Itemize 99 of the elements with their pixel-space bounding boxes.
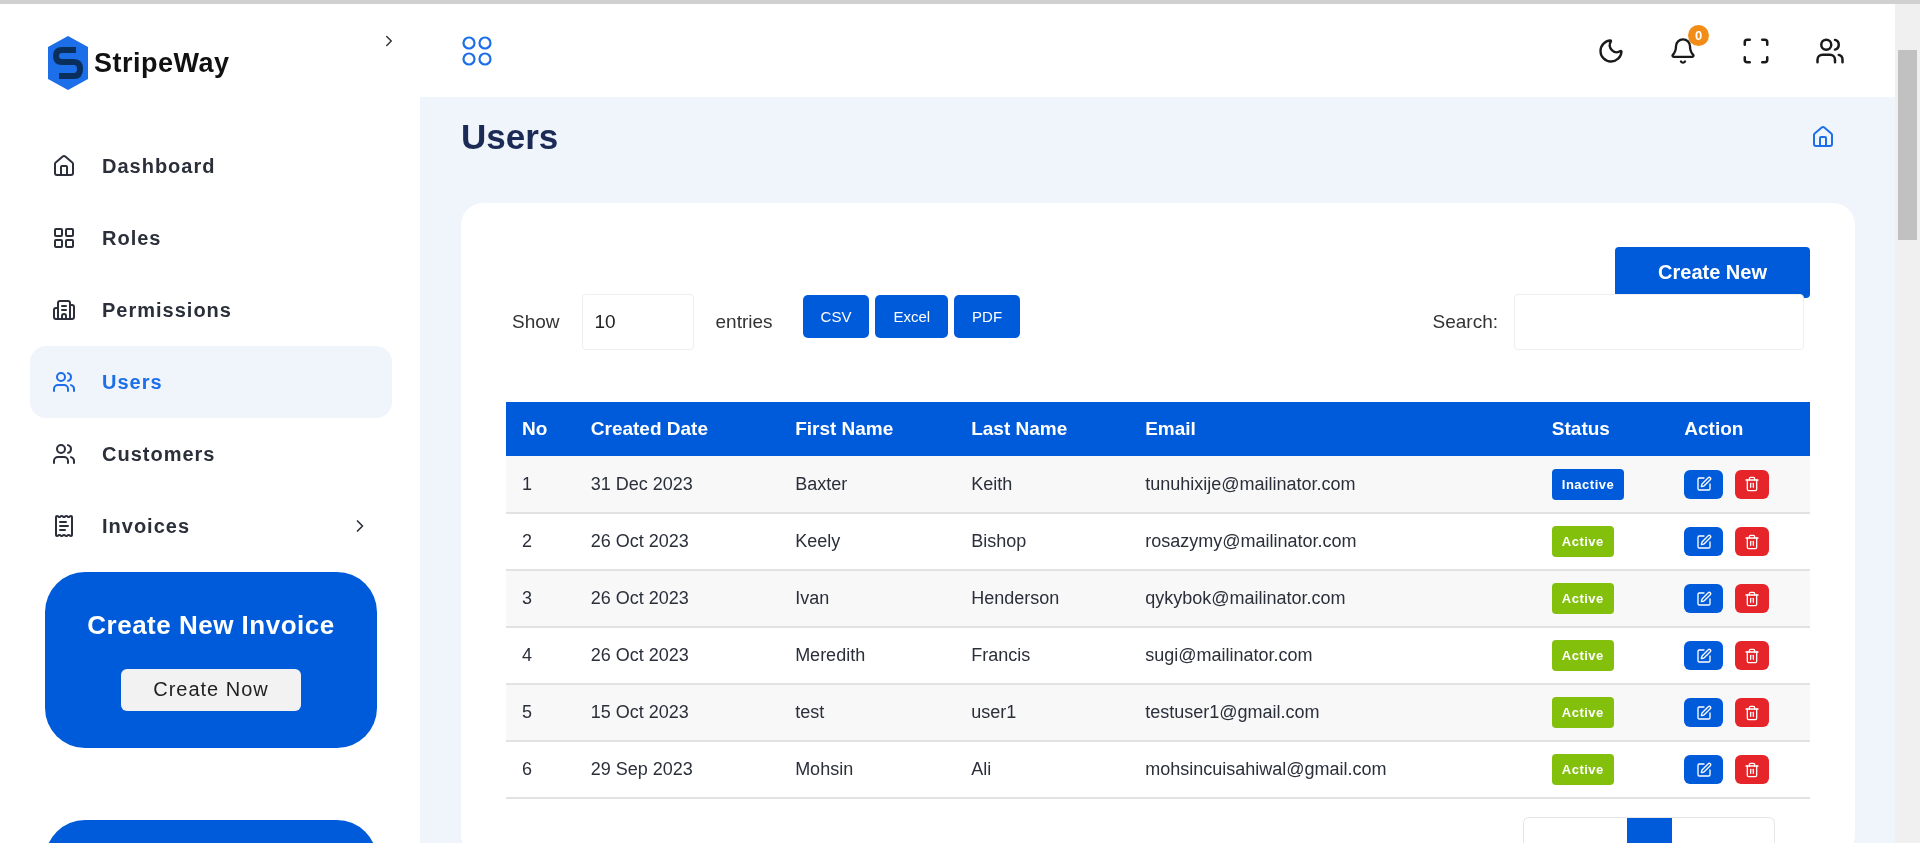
sidebar-item[interactable]: Users <box>30 346 392 418</box>
edit-button[interactable] <box>1684 469 1724 499</box>
trash-icon <box>1744 590 1761 607</box>
table-cell: Meredith <box>779 627 956 684</box>
grid-icon <box>52 226 76 250</box>
status-badge: Active <box>1551 754 1614 785</box>
scrollbar[interactable] <box>1895 4 1920 843</box>
show-label: Show <box>512 311 560 333</box>
table-cell: 15 Oct 2023 <box>574 684 780 741</box>
column-header[interactable]: Email <box>1129 402 1536 456</box>
bell-icon[interactable] <box>1669 36 1697 65</box>
logo-icon <box>46 34 90 92</box>
table-cell: test <box>779 684 956 741</box>
status-badge: Active <box>1551 697 1614 728</box>
search-label: Search: <box>1432 311 1498 333</box>
table-cell: Francis <box>955 627 1130 684</box>
trash-icon <box>1744 704 1761 721</box>
receipt-icon <box>52 514 76 538</box>
sidebar-item[interactable]: Customers <box>30 418 392 490</box>
brand-name: StripeWay <box>94 47 230 79</box>
column-header[interactable]: Status <box>1535 402 1669 456</box>
table-cell: 2 <box>506 513 575 570</box>
status-badge: Inactive <box>1551 468 1625 500</box>
table-cell: Bishop <box>955 513 1130 570</box>
entries-field[interactable]: 10 <box>581 294 694 350</box>
table-cell: 26 Oct 2023 <box>574 570 780 627</box>
status-badge: Active <box>1551 640 1614 671</box>
export-button[interactable]: PDF <box>954 294 1021 338</box>
table-cell: 26 Oct 2023 <box>574 513 780 570</box>
delete-button[interactable] <box>1735 641 1770 670</box>
table-cell: tunuhixije@mailinator.com <box>1129 456 1536 513</box>
delete-button[interactable] <box>1735 698 1770 727</box>
table-cell: 6 <box>506 741 575 798</box>
table-cell: Henderson <box>955 570 1130 627</box>
column-header[interactable]: Last Name <box>955 402 1130 456</box>
notification-badge: 0 <box>1688 24 1709 46</box>
export-button[interactable]: Excel <box>875 294 949 338</box>
delete-button[interactable] <box>1735 527 1770 556</box>
table-cell: user1 <box>955 684 1130 741</box>
table-cell: 26 Oct 2023 <box>574 627 780 684</box>
delete-button[interactable] <box>1735 469 1770 499</box>
table-cell: 29 Sep 2023 <box>574 741 780 798</box>
building-icon <box>52 298 76 322</box>
edit-button[interactable] <box>1684 755 1724 784</box>
table-cell: Keith <box>955 456 1130 513</box>
table-cell: 5 <box>506 684 575 741</box>
column-header[interactable]: Action <box>1668 402 1810 456</box>
table-cell: 4 <box>506 627 575 684</box>
table-cell: 1 <box>506 456 575 513</box>
sidebar-item[interactable]: Permissions <box>30 274 392 346</box>
edit-button[interactable] <box>1684 584 1724 613</box>
table-cell: 3 <box>506 570 575 627</box>
column-header[interactable]: No <box>506 402 575 456</box>
column-header[interactable]: First Name <box>779 402 956 456</box>
edit-icon <box>1695 761 1712 778</box>
table-cell: Keely <box>779 513 956 570</box>
table-cell: Baxter <box>779 456 956 513</box>
sidebar-item[interactable]: Invoices <box>30 490 392 562</box>
trash-icon <box>1744 476 1761 492</box>
home-icon <box>52 154 76 178</box>
trash-icon <box>1744 647 1761 664</box>
column-header[interactable]: Created Date <box>574 402 780 456</box>
table-cell: 31 Dec 2023 <box>574 456 780 513</box>
entries-label: entries <box>715 311 773 333</box>
search-field[interactable] <box>1514 294 1804 350</box>
table-cell: qykybok@mailinator.com <box>1129 570 1536 627</box>
home-icon[interactable] <box>1811 125 1835 149</box>
status-badge: Active <box>1551 526 1614 557</box>
sidebar-item[interactable]: Roles <box>30 202 392 274</box>
edit-icon <box>1695 590 1712 607</box>
promo-title: Create New Invoice <box>87 609 335 641</box>
edit-icon <box>1695 533 1712 550</box>
create-new-button[interactable]: Create New <box>1615 247 1810 298</box>
table-cell: Ivan <box>779 570 956 627</box>
edit-button[interactable] <box>1684 641 1724 670</box>
moon-icon[interactable] <box>1597 36 1625 65</box>
apps-icon[interactable] <box>462 35 492 66</box>
status-badge: Active <box>1551 583 1614 614</box>
page-title: Users <box>461 117 559 157</box>
trash-icon <box>1744 761 1761 778</box>
trash-icon <box>1744 533 1761 550</box>
delete-button[interactable] <box>1735 584 1770 613</box>
table-cell: Mohsin <box>779 741 956 798</box>
edit-icon <box>1695 647 1712 664</box>
export-button[interactable]: CSV <box>802 294 870 338</box>
create-now-button[interactable]: Create Now <box>121 668 301 711</box>
edit-icon <box>1695 476 1712 492</box>
table-cell: testuser1@gmail.com <box>1129 684 1536 741</box>
table-cell: sugi@mailinator.com <box>1129 627 1536 684</box>
sidebar-item[interactable]: Dashboard <box>30 130 392 202</box>
delete-button[interactable] <box>1735 755 1770 784</box>
edit-button[interactable] <box>1684 698 1724 727</box>
users-icon <box>52 442 76 466</box>
table-cell: mohsincuisahiwal@gmail.com <box>1129 741 1536 798</box>
table-cell: Ali <box>955 741 1130 798</box>
users-icon <box>52 370 76 394</box>
edit-icon <box>1695 704 1712 721</box>
edit-button[interactable] <box>1684 527 1724 556</box>
table-cell: rosazymy@mailinator.com <box>1129 513 1536 570</box>
